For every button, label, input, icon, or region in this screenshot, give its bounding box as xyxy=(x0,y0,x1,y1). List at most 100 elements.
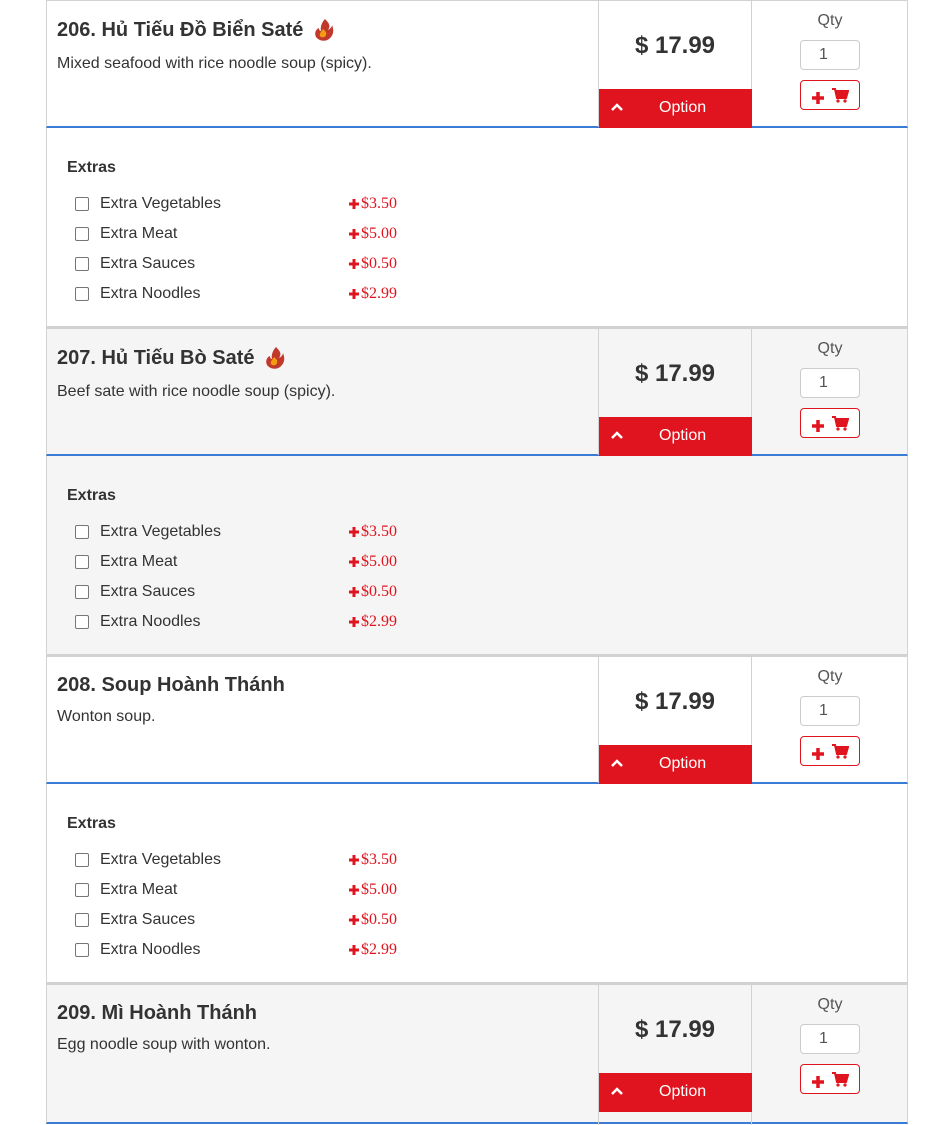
add-to-cart-button[interactable] xyxy=(800,1064,860,1094)
menu-item-header: 208. Soup Hoành Thánh Wonton soup. $ 17.… xyxy=(46,656,908,784)
menu-list: 206. Hủ Tiếu Đồ Biển Saté Mixed seafood … xyxy=(46,0,908,1125)
qty-input[interactable] xyxy=(800,40,860,70)
extra-option[interactable]: Extra Meat $5.00 xyxy=(47,548,447,578)
extra-price-value: $5.00 xyxy=(361,881,397,898)
qty-label: Qty xyxy=(817,668,843,685)
extra-option[interactable]: Extra Sauces $0.50 xyxy=(47,578,447,608)
item-description: Mixed seafood with rice noodle soup (spi… xyxy=(57,55,372,72)
shopping-cart-icon xyxy=(832,1072,849,1087)
extra-checkbox[interactable] xyxy=(75,853,89,867)
item-title-text: 206. Hủ Tiếu Đồ Biển Saté xyxy=(57,18,304,41)
item-info: 208. Soup Hoành Thánh Wonton soup. xyxy=(47,657,598,783)
extra-price-value: $3.50 xyxy=(361,851,397,868)
add-to-cart-button[interactable] xyxy=(800,80,860,110)
extra-option[interactable]: Extra Meat $5.00 xyxy=(47,876,447,906)
extra-option[interactable]: Extra Noodles $2.99 xyxy=(47,608,447,638)
plus-icon xyxy=(349,855,359,865)
chevron-up-icon xyxy=(611,103,623,111)
item-description: Egg noodle soup with wonton. xyxy=(57,1036,271,1053)
extra-option[interactable]: Extra Noodles $2.99 xyxy=(47,280,447,310)
qty-cell: Qty xyxy=(752,657,908,783)
extra-price-value: $3.50 xyxy=(361,523,397,540)
extra-price-value: $5.00 xyxy=(361,225,397,242)
plus-icon xyxy=(349,945,359,955)
extra-option[interactable]: Extra Vegetables $3.50 xyxy=(47,190,447,220)
plus-icon xyxy=(349,915,359,925)
option-button[interactable]: Option xyxy=(599,745,752,784)
extra-checkbox[interactable] xyxy=(75,943,89,957)
extra-name: Extra Noodles xyxy=(100,941,201,958)
extra-option[interactable]: Extra Sauces $0.50 xyxy=(47,906,447,936)
item-title: 209. Mì Hoành Thánh xyxy=(57,1002,257,1025)
plus-icon xyxy=(349,259,359,269)
extra-price: $5.00 xyxy=(348,553,397,571)
plus-icon xyxy=(349,229,359,239)
extra-checkbox[interactable] xyxy=(75,287,89,301)
item-info: 207. Hủ Tiếu Bò Saté Beef sate with rice… xyxy=(47,329,598,455)
plus-icon xyxy=(349,527,359,537)
extra-checkbox[interactable] xyxy=(75,585,89,599)
extra-price: $5.00 xyxy=(348,225,397,243)
extra-price: $2.99 xyxy=(348,941,397,959)
qty-input[interactable] xyxy=(800,368,860,398)
item-description: Beef sate with rice noodle soup (spicy). xyxy=(57,383,336,400)
extra-name: Extra Vegetables xyxy=(100,195,221,212)
extra-checkbox[interactable] xyxy=(75,257,89,271)
qty-input[interactable] xyxy=(800,696,860,726)
item-info: 206. Hủ Tiếu Đồ Biển Saté Mixed seafood … xyxy=(47,1,598,127)
menu-item-header: 209. Mì Hoành Thánh Egg noodle soup with… xyxy=(46,984,908,1125)
option-button[interactable]: Option xyxy=(599,417,752,456)
extra-option[interactable]: Extra Vegetables $3.50 xyxy=(47,846,447,876)
option-button-label: Option xyxy=(659,755,707,772)
extra-price-value: $5.00 xyxy=(361,553,397,570)
extra-checkbox[interactable] xyxy=(75,913,89,927)
extra-option[interactable]: Extra Vegetables $3.50 xyxy=(47,518,447,548)
shopping-cart-icon xyxy=(832,416,849,431)
extra-price: $2.99 xyxy=(348,613,397,631)
chevron-up-icon xyxy=(611,759,623,767)
extra-option[interactable]: Extra Sauces $0.50 xyxy=(47,250,447,280)
menu-item-header: 207. Hủ Tiếu Bò Saté Beef sate with rice… xyxy=(46,328,908,456)
extra-checkbox[interactable] xyxy=(75,197,89,211)
shopping-cart-icon xyxy=(832,88,849,103)
extra-option[interactable]: Extra Meat $5.00 xyxy=(47,220,447,250)
option-button[interactable]: Option xyxy=(599,89,752,128)
extra-checkbox[interactable] xyxy=(75,883,89,897)
chili-flame-icon xyxy=(266,347,285,369)
extra-name: Extra Vegetables xyxy=(100,523,221,540)
price-cell: $ 17.99 Option xyxy=(598,657,752,784)
extra-checkbox[interactable] xyxy=(75,227,89,241)
extra-option[interactable]: Extra Noodles $2.99 xyxy=(47,936,447,966)
option-button[interactable]: Option xyxy=(599,1073,752,1112)
qty-cell: Qty xyxy=(752,985,908,1111)
extra-price-value: $0.50 xyxy=(361,583,397,600)
chili-flame-icon xyxy=(315,19,334,41)
extra-price: $5.00 xyxy=(348,881,397,899)
extras-title: Extras xyxy=(67,815,116,832)
item-title: 207. Hủ Tiếu Bò Saté xyxy=(57,345,286,371)
menu-item: 206. Hủ Tiếu Đồ Biển Saté Mixed seafood … xyxy=(46,0,908,328)
add-to-cart-button[interactable] xyxy=(800,736,860,766)
plus-icon xyxy=(812,1076,824,1088)
extra-price-value: $2.99 xyxy=(361,285,397,302)
plus-icon xyxy=(812,420,824,432)
extra-price: $3.50 xyxy=(348,195,397,213)
qty-label: Qty xyxy=(817,12,843,29)
extra-checkbox[interactable] xyxy=(75,555,89,569)
extra-checkbox[interactable] xyxy=(75,615,89,629)
add-to-cart-button[interactable] xyxy=(800,408,860,438)
extra-price-value: $0.50 xyxy=(361,911,397,928)
extra-price: $2.99 xyxy=(348,285,397,303)
extra-checkbox[interactable] xyxy=(75,525,89,539)
qty-label: Qty xyxy=(817,340,843,357)
plus-icon xyxy=(349,617,359,627)
chevron-up-icon xyxy=(611,431,623,439)
shopping-cart-icon xyxy=(832,744,849,759)
extra-name: Extra Meat xyxy=(100,881,178,898)
item-description: Wonton soup. xyxy=(57,708,156,725)
item-price: $ 17.99 xyxy=(634,32,716,59)
qty-input[interactable] xyxy=(800,1024,860,1054)
extra-name: Extra Noodles xyxy=(100,285,201,302)
option-button-label: Option xyxy=(659,99,707,116)
chevron-up-icon xyxy=(611,1087,623,1095)
